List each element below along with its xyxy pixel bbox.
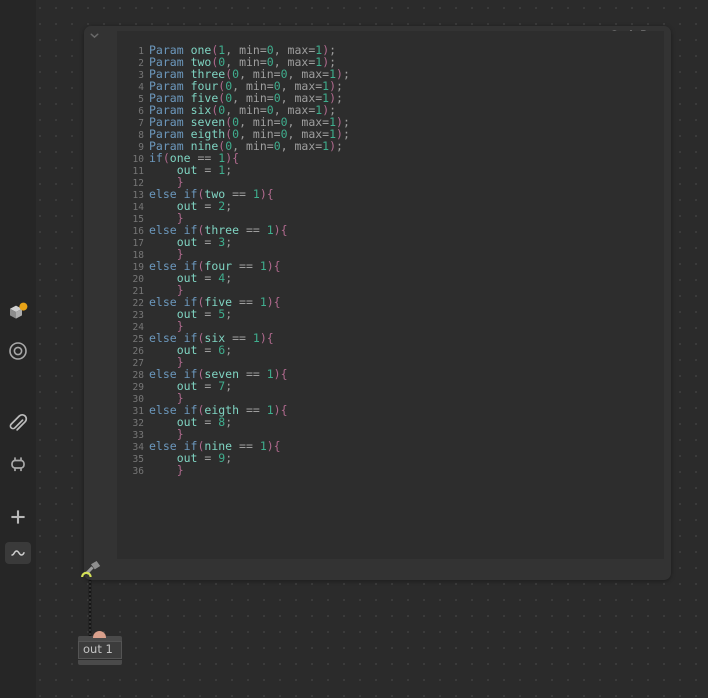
target-icon — [7, 340, 29, 362]
paperclip-icon — [7, 413, 29, 435]
left-toolbar — [0, 0, 36, 698]
out-node[interactable]: out 1 — [78, 631, 122, 665]
codebox-output-port[interactable] — [80, 560, 110, 590]
out-node-label: out 1 — [83, 642, 113, 657]
code-line: 36 } — [117, 463, 664, 477]
code-line: 20 out = 4; — [117, 272, 664, 285]
code-line: 32 out = 8; — [117, 416, 664, 429]
wave-icon — [9, 544, 27, 563]
code-text: } — [176, 463, 184, 477]
out-node-body[interactable]: out 1 — [78, 641, 122, 659]
out-node-input-port[interactable] — [93, 631, 106, 638]
code-line: 23 out = 5; — [117, 308, 664, 321]
code-line: 17 out = 3; — [117, 236, 664, 249]
code-line: 29 out = 7; — [117, 380, 664, 393]
code-line: 26 out = 6; — [117, 344, 664, 357]
toolbar-item-component[interactable] — [0, 446, 36, 482]
toolbar-item-viewport[interactable] — [0, 333, 36, 369]
plus-icon — [8, 507, 28, 527]
toolbar-item-assets[interactable] — [0, 294, 36, 330]
node-graph-editor: CodeBox 1Param one(1, min=0, max=1);2Par… — [0, 0, 708, 698]
line-number: 36 — [132, 466, 144, 477]
chevron-collapse-icon[interactable] — [88, 29, 101, 42]
code-line: 11 out = 1; — [117, 164, 664, 177]
asset-box-icon — [7, 301, 29, 323]
code-line: 14 out = 2; — [117, 200, 664, 213]
chip-icon — [7, 453, 29, 475]
codebox-node[interactable]: CodeBox 1Param one(1, min=0, max=1);2Par… — [84, 26, 671, 580]
toolbar-item-curve[interactable] — [5, 542, 31, 564]
code-lines: 1 Param one(1, min=0, max=1); 2 Param two(0… — [117, 44, 664, 477]
toolbar-item-attach[interactable] — [0, 406, 36, 442]
code-line: 35 out = 9; — [117, 452, 664, 465]
toolbar-item-add[interactable] — [0, 499, 36, 535]
code-editor[interactable]: 1 Param one(1, min=0, max=1); 2 Param two(0… — [117, 31, 664, 559]
out-node-bottom-bar — [78, 660, 122, 665]
